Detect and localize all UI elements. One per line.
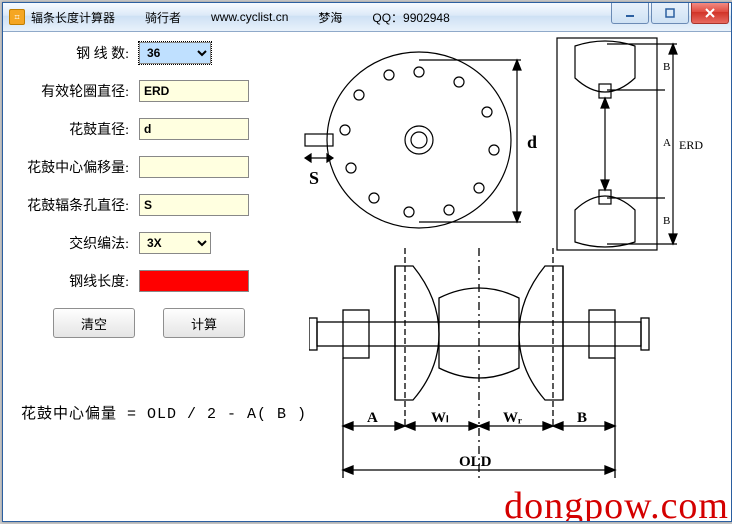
spoke-length-result — [139, 270, 249, 292]
dim-A-mid: A — [663, 137, 671, 149]
app-icon: ⌗ — [9, 9, 25, 25]
window-buttons — [611, 3, 731, 31]
dim-d: d — [527, 132, 537, 152]
dim-B-bot: B — [663, 215, 670, 227]
hub-diameter-input[interactable] — [139, 118, 249, 140]
cross-pattern-select[interactable]: 3X — [139, 232, 211, 254]
maximize-button[interactable] — [651, 3, 689, 24]
titlebar: ⌗ 辐条长度计算器 骑行者 www.cyclist.cn 梦海 QQ：99029… — [3, 3, 731, 32]
rim-erd-diagram: B A B ERD — [555, 36, 705, 252]
formula-text: 花鼓中心偏量 = OLD / 2 - A( B ) — [21, 402, 307, 423]
title-url: www.cyclist.cn — [211, 10, 288, 24]
label-hub-diameter: 花鼓直径: — [3, 119, 139, 139]
erd-input[interactable] — [139, 80, 249, 102]
dim-WR: Wᵣ — [503, 410, 522, 426]
minimize-button[interactable] — [611, 3, 649, 24]
dim-A: A — [367, 410, 378, 426]
title-qq: QQ：9902948 — [372, 9, 449, 26]
label-offset: 花鼓中心偏移量: — [3, 157, 139, 177]
spoke-count-select[interactable]: 36 — [139, 42, 211, 64]
input-form: 钢 线 数: 36 有效轮圈直径: 花鼓直径: 花鼓中心偏移量: 花鼓辐条孔直径… — [3, 32, 269, 522]
dim-B: B — [577, 410, 587, 426]
close-button[interactable] — [691, 3, 729, 24]
dim-WL: Wₗ — [431, 410, 449, 426]
spoke-hole-dia-input[interactable] — [139, 194, 249, 216]
calc-button[interactable]: 计算 — [163, 308, 245, 338]
dim-OLD: OLD — [459, 454, 492, 470]
hub-flange-diagram: d S — [299, 40, 559, 250]
title-app: 辐条长度计算器 — [31, 9, 115, 26]
dim-ERD: ERD — [679, 138, 703, 152]
diagrams: d S — [269, 32, 731, 522]
label-erd: 有效轮圈直径: — [3, 81, 139, 101]
label-spoke-length: 钢线长度: — [3, 271, 139, 291]
clear-button[interactable]: 清空 — [53, 308, 135, 338]
title-alias: 梦海 — [318, 9, 342, 26]
label-cross-pattern: 交织编法: — [3, 233, 139, 253]
dim-B-top: B — [663, 61, 670, 73]
hub-axle-diagram: A Wₗ Wᵣ B OLD — [309, 248, 659, 488]
label-spoke-hole-dia: 花鼓辐条孔直径: — [3, 195, 139, 215]
offset-input[interactable] — [139, 156, 249, 178]
title-author: 骑行者 — [145, 9, 181, 26]
app-window: ⌗ 辐条长度计算器 骑行者 www.cyclist.cn 梦海 QQ：99029… — [2, 2, 732, 522]
label-spoke-count: 钢 线 数: — [3, 43, 139, 63]
dim-S: S — [309, 168, 319, 188]
